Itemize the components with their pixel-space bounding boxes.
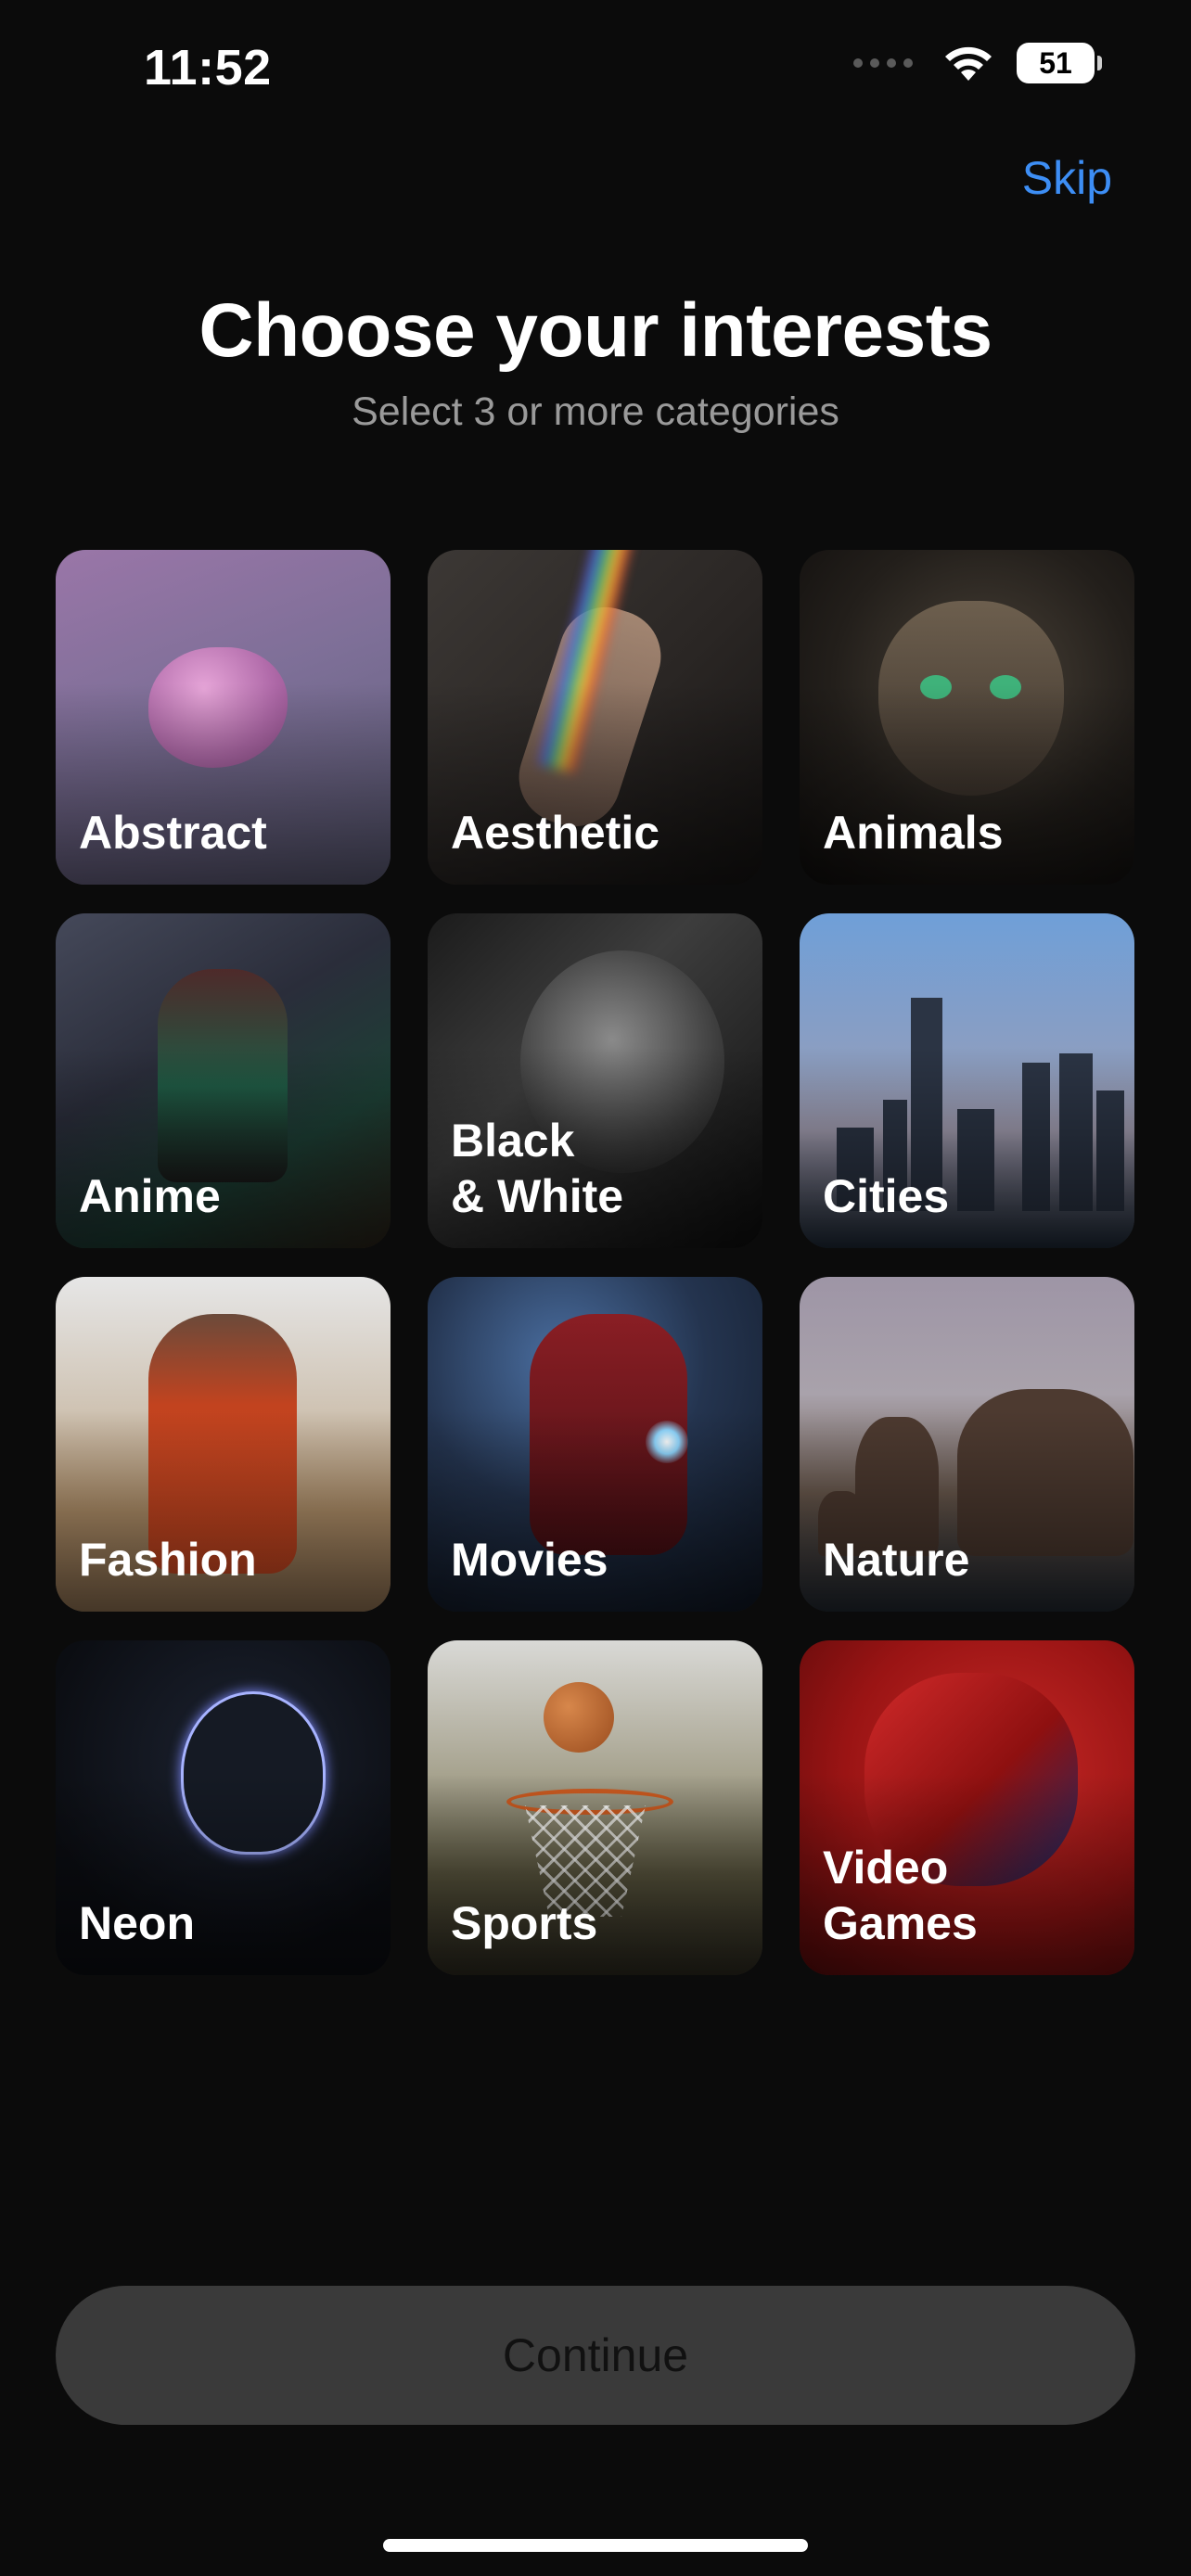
page-subtitle: Select 3 or more categories <box>352 389 839 434</box>
category-tile-neon[interactable]: Neon <box>56 1640 391 1975</box>
category-label: Fashion <box>79 1534 257 1586</box>
category-tile-black-white[interactable]: Black & White <box>428 913 762 1248</box>
category-tile-fashion[interactable]: Fashion <box>56 1277 391 1612</box>
category-label: Animals <box>823 807 1004 859</box>
signal-icon <box>853 58 913 68</box>
category-tile-abstract[interactable]: Abstract <box>56 550 391 885</box>
status-indicators: 51 <box>853 43 1102 83</box>
category-tile-nature[interactable]: Nature <box>800 1277 1134 1612</box>
category-tile-video-games[interactable]: Video Games <box>800 1640 1134 1975</box>
page-title: Choose your interests <box>198 288 992 373</box>
category-label: Nature <box>823 1534 970 1586</box>
home-indicator <box>383 2539 808 2552</box>
category-tile-anime[interactable]: Anime <box>56 913 391 1248</box>
category-tile-movies[interactable]: Movies <box>428 1277 762 1612</box>
category-tile-cities[interactable]: Cities <box>800 913 1134 1248</box>
battery-level: 51 <box>1017 43 1095 83</box>
battery-icon: 51 <box>1017 43 1102 83</box>
category-label: Cities <box>823 1170 950 1222</box>
status-time: 11:52 <box>144 40 272 96</box>
category-label: Movies <box>451 1534 608 1586</box>
status-bar: 11:52 51 <box>0 0 1191 130</box>
category-label: Sports <box>451 1897 598 1949</box>
category-label: Aesthetic <box>451 807 660 859</box>
category-grid: Abstract Aesthetic Animals Anime Black &… <box>56 550 1135 1975</box>
category-label: Video Games <box>823 1842 978 1949</box>
skip-button[interactable]: Skip <box>1022 151 1112 205</box>
category-label: Anime <box>79 1170 221 1222</box>
continue-button[interactable]: Continue <box>56 2286 1135 2425</box>
category-tile-aesthetic[interactable]: Aesthetic <box>428 550 762 885</box>
category-label: Black & White <box>451 1115 624 1222</box>
category-label: Neon <box>79 1897 195 1949</box>
category-tile-sports[interactable]: Sports <box>428 1640 762 1975</box>
category-label: Abstract <box>79 807 267 859</box>
wifi-icon <box>942 44 994 83</box>
category-tile-animals[interactable]: Animals <box>800 550 1134 885</box>
